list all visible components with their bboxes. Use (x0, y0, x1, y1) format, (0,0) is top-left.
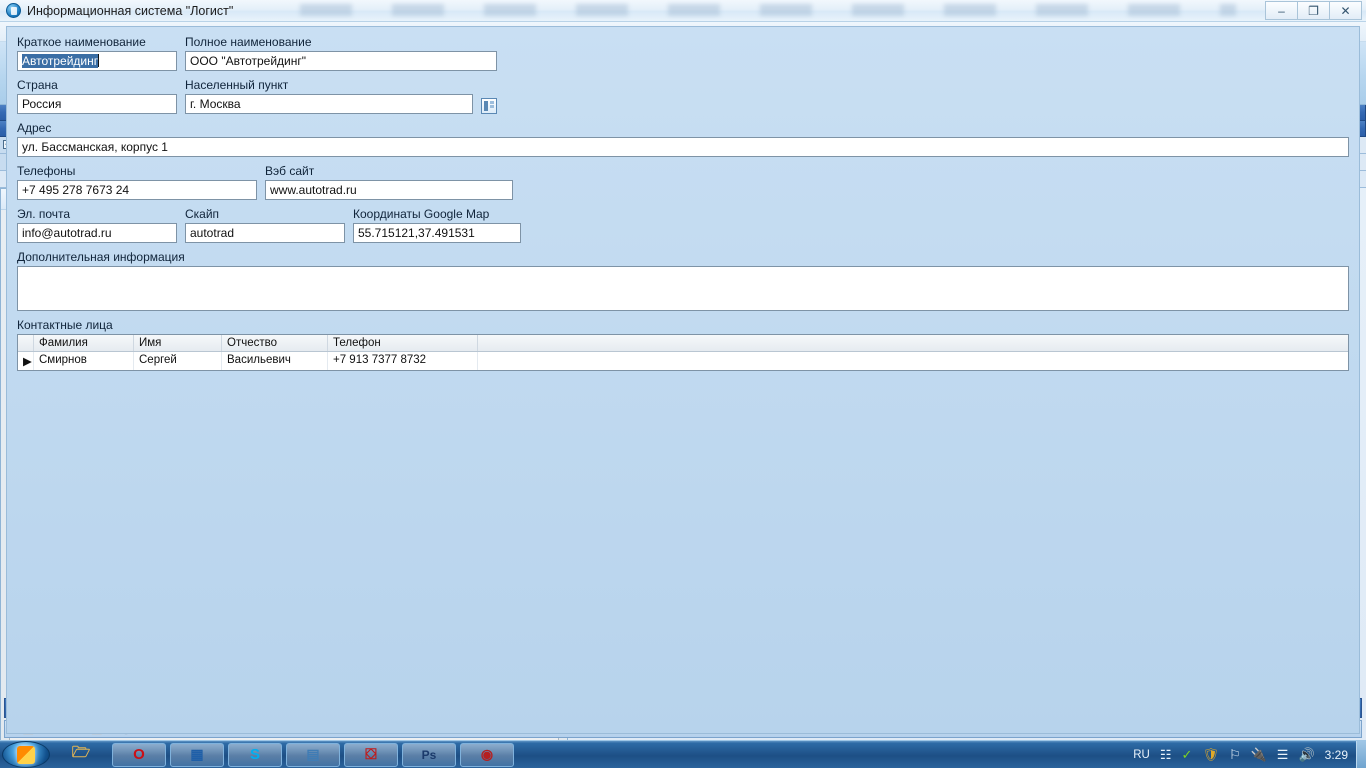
contacts-cell-middle: Васильевич (222, 352, 328, 370)
carrier-website-label: Вэб сайт (265, 164, 513, 178)
flag-icon[interactable]: ⚐ (1229, 747, 1241, 763)
signal-icon[interactable]: ☰ (1277, 747, 1289, 763)
app-logo-icon (6, 3, 21, 18)
current-row-indicator-icon: ▶ (18, 352, 34, 370)
carrier-contacts-header: Фамилия Имя Отчество Телефон (18, 335, 1348, 352)
row-marker-header (18, 335, 34, 351)
carrier-full-name-label: Полное наименование (185, 35, 497, 49)
taskbar-clock[interactable]: 3:29 (1325, 748, 1348, 762)
contacts-cell-last: Смирнов (34, 352, 134, 370)
carrier-address-label: Адрес (17, 121, 1349, 135)
main-application-window: Информационная система "Логист" – ❐ ✕ Си… (0, 0, 1366, 740)
skype-icon: S (250, 746, 260, 763)
carrier-extra-label: Дополнительная информация (17, 250, 1349, 264)
antivirus-icon: ⛋ (365, 746, 376, 763)
explorer-icon: 🗁 (72, 742, 91, 767)
carrier-city-input[interactable]: г. Москва (185, 94, 473, 114)
restore-button[interactable]: ❐ (1297, 1, 1330, 20)
carrier-dialog-body: Краткое наименование Автотрейдинг Полное… (6, 26, 1360, 734)
contacts-col-phone[interactable]: Телефон (328, 335, 478, 351)
carrier-extra-textarea[interactable] (17, 266, 1349, 311)
taskbar-antivirus-button[interactable]: ⛋ (344, 743, 398, 767)
plug-icon[interactable]: 🔌 (1251, 747, 1267, 763)
shield-orange-icon[interactable]: 🛡 (1202, 747, 1219, 763)
start-button[interactable] (2, 741, 50, 768)
opera-icon: O (133, 746, 145, 763)
carrier-email-input[interactable]: info@autotrad.ru (17, 223, 177, 243)
show-desktop-button[interactable] (1356, 741, 1366, 768)
carrier-skype-input[interactable]: autotrad (185, 223, 345, 243)
carrier-contacts-label: Контактные лица (17, 318, 1349, 332)
carrier-email-label: Эл. почта (17, 207, 177, 221)
carrier-gmap-input[interactable]: 55.715121,37.491531 (353, 223, 521, 243)
carrier-short-name-label: Краткое наименование (17, 35, 177, 49)
taskbar-photoshop-button[interactable]: Ps (402, 743, 456, 767)
carrier-short-name-selection: Автотрейдинг (22, 54, 98, 68)
carrier-skype-label: Скайп (185, 207, 345, 221)
system-tray: RU ☷ ✓ 🛡 ⚐ 🔌 ☰ 🔊 3:29 (1133, 747, 1356, 763)
taskbar-skype-button[interactable]: S (228, 743, 282, 767)
carrier-country-input[interactable]: Россия (17, 94, 177, 114)
carrier-website-input[interactable]: www.autotrad.ru (265, 180, 513, 200)
contacts-cell-first: Сергей (134, 352, 222, 370)
taskbar-contacts-button[interactable]: ▤ (286, 743, 340, 767)
media-icon: ◉ (481, 746, 493, 763)
main-titlebar: Информационная система "Логист" – ❐ ✕ (0, 0, 1366, 22)
carrier-address-input[interactable]: ул. Бассманская, корпус 1 (17, 137, 1349, 157)
carrier-phones-label: Телефоны (17, 164, 257, 178)
carrier-city-label: Населенный пункт (185, 78, 473, 92)
carrier-contacts-table: Фамилия Имя Отчество Телефон ▶ Смирнов С… (17, 334, 1349, 371)
contacts-col-last[interactable]: Фамилия (34, 335, 134, 351)
close-button[interactable]: ✕ (1329, 1, 1362, 20)
window-controls: – ❐ ✕ (1266, 1, 1362, 20)
carrier-short-name-input[interactable]: Автотрейдинг (17, 51, 177, 71)
language-indicator[interactable]: RU (1133, 749, 1150, 761)
photoshop-icon: Ps (422, 748, 437, 762)
taskbar-database-button[interactable]: ▦ (170, 743, 224, 767)
shield-green-icon[interactable]: ✓ (1182, 747, 1193, 763)
network-icon[interactable]: ☷ (1160, 747, 1172, 763)
carrier-full-name-input[interactable]: ООО "Автотрейдинг" (185, 51, 497, 71)
windows-logo-icon (17, 746, 35, 764)
text-caret (98, 54, 99, 67)
titlebar-background-blur (300, 4, 1236, 16)
city-lookup-icon[interactable] (481, 98, 497, 114)
carrier-phones-input[interactable]: +7 495 278 7673 24 (17, 180, 257, 200)
taskbar-opera-button[interactable]: O (112, 743, 166, 767)
table-row[interactable]: ▶ Смирнов Сергей Васильевич +7 913 7377 … (18, 352, 1348, 370)
contacts-col-middle[interactable]: Отчество (222, 335, 328, 351)
contacts-icon: ▤ (306, 746, 319, 763)
carrier-gmap-label: Координаты Google Map (353, 207, 521, 221)
carrier-country-label: Страна (17, 78, 177, 92)
contacts-col-first[interactable]: Имя (134, 335, 222, 351)
taskbar-media-button[interactable]: ◉ (460, 743, 514, 767)
volume-icon[interactable]: 🔊 (1298, 747, 1314, 763)
windows-taskbar: 🗁 O ▦ S ▤ ⛋ Ps ◉ RU ☷ ✓ 🛡 ⚐ 🔌 ☰ 🔊 3:29 (0, 740, 1366, 768)
taskbar-explorer-button[interactable]: 🗁 (54, 743, 108, 767)
minimize-button[interactable]: – (1265, 1, 1298, 20)
database-icon: ▦ (190, 746, 203, 763)
contacts-cell-phone: +7 913 7377 8732 (328, 352, 478, 370)
app-title: Информационная система "Логист" (27, 4, 233, 18)
